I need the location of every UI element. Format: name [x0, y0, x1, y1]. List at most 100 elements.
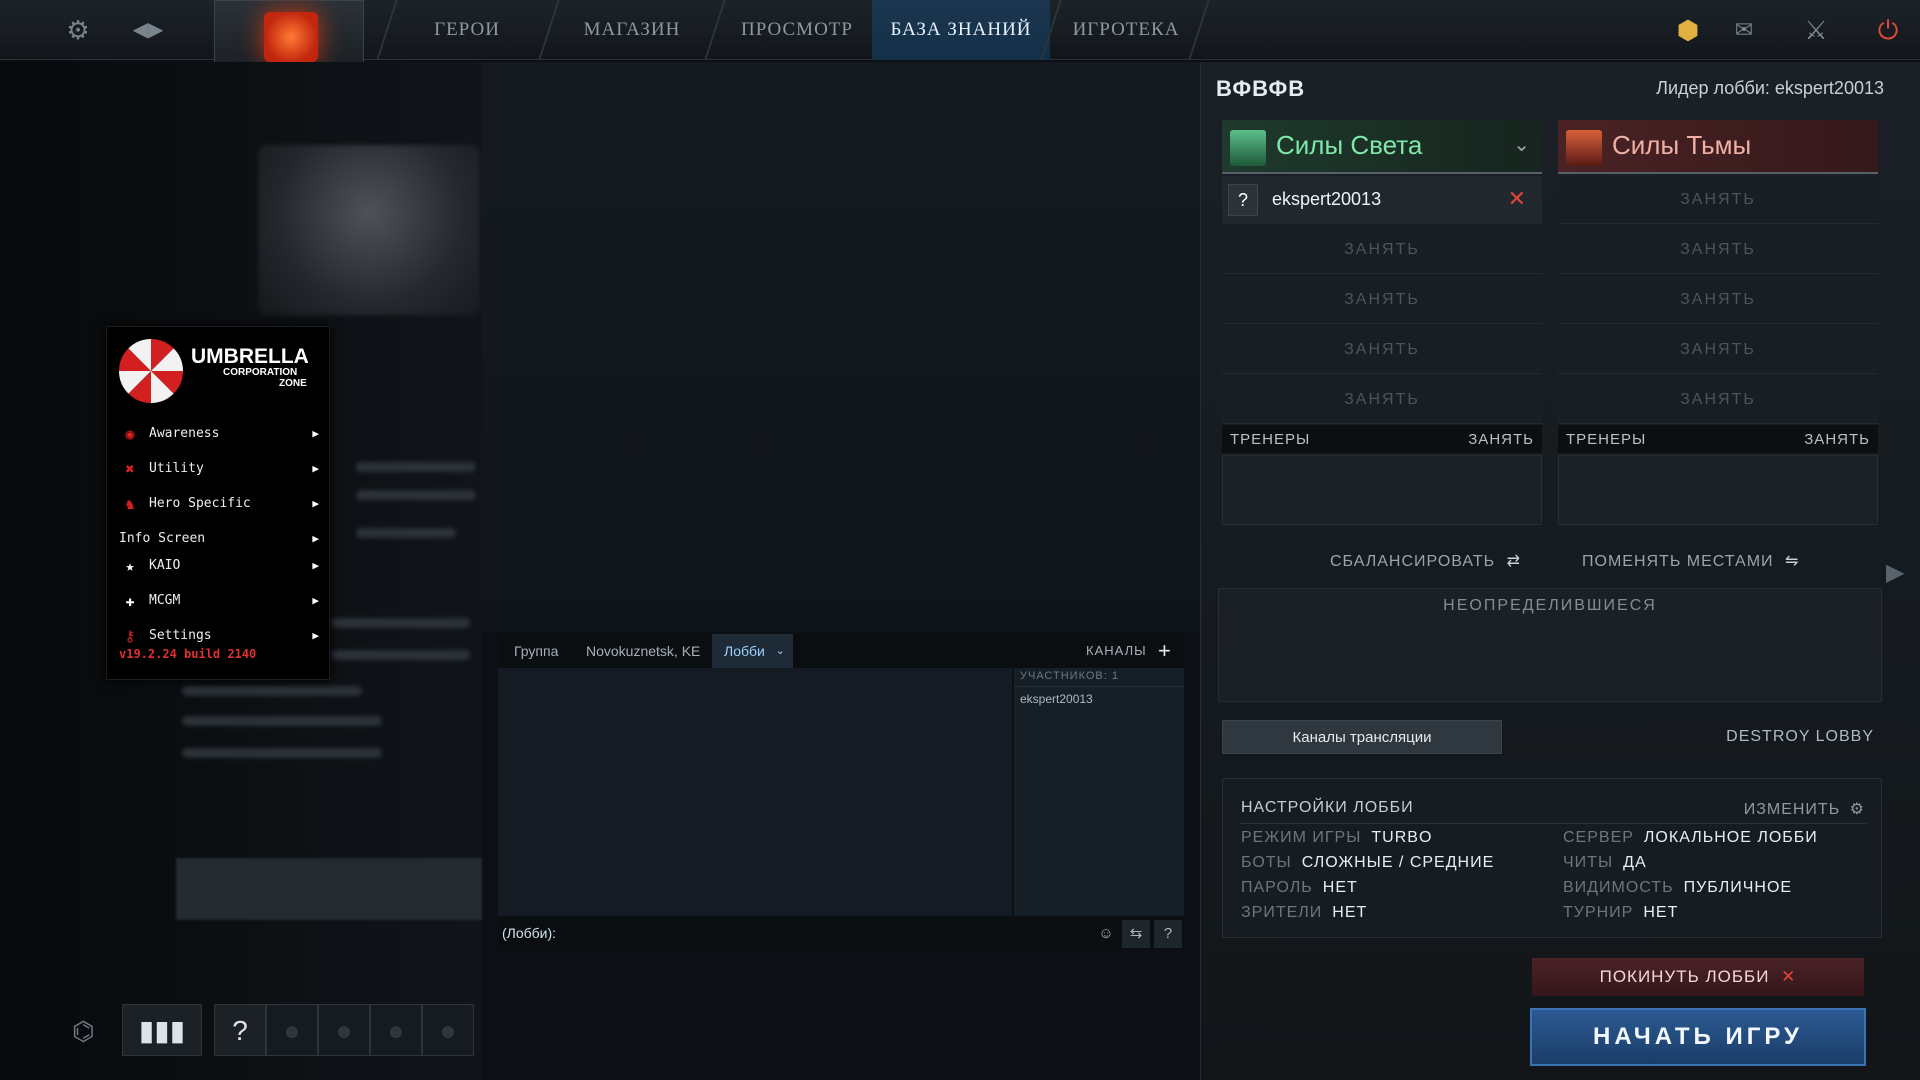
- radiant-slot-2[interactable]: ЗАНЯТЬ: [1222, 226, 1542, 274]
- setting-cheats: ЧИТЫ ДА: [1563, 854, 1647, 871]
- chat-messages[interactable]: [498, 668, 1012, 916]
- back-forward-icon[interactable]: ◀▶: [128, 14, 168, 46]
- menu-item-awareness[interactable]: ◉ Awareness ▶: [119, 419, 319, 449]
- setting-bots: БОТЫ СЛОЖНЫЕ / СРЕДНИЕ: [1241, 854, 1495, 871]
- tab-lobby-label: Лобби: [724, 643, 765, 659]
- radiant-slot-3[interactable]: ЗАНЯТЬ: [1222, 276, 1542, 324]
- tab-lobby[interactable]: Лобби ⌄: [712, 634, 793, 668]
- nav-heroes[interactable]: ГЕРОИ: [392, 0, 542, 60]
- destroy-lobby-button[interactable]: DESTROY LOBBY: [1726, 728, 1874, 746]
- radiant-slot-1[interactable]: ? ekspert20013 ✕: [1222, 176, 1542, 224]
- arrow-right-icon: ▶: [312, 629, 319, 642]
- take-slot-label: ЗАНЯТЬ: [1344, 291, 1420, 308]
- help-icon[interactable]: ?: [1154, 920, 1182, 948]
- radiant-header[interactable]: Силы Света ⌄: [1222, 120, 1542, 174]
- setting-tournament: ТУРНИР НЕТ: [1563, 904, 1679, 921]
- unassigned-panel: НЕОПРЕДЕЛИВШИЕСЯ: [1218, 588, 1882, 702]
- settings-edit-button[interactable]: ИЗМЕНИТЬ ⚙: [1744, 799, 1865, 819]
- dota-logo-icon[interactable]: [264, 12, 318, 62]
- hero-icon: ♞: [125, 495, 135, 513]
- leave-lobby-label: ПОКИНУТЬ ЛОББИ: [1599, 967, 1770, 986]
- umbrella-logo-text: UMBRELLA: [191, 345, 309, 368]
- dire-slot-1[interactable]: ЗАНЯТЬ: [1558, 176, 1878, 224]
- party-slot-empty[interactable]: ●: [318, 1004, 370, 1056]
- members-count: УЧАСТНИКОВ: 1: [1020, 670, 1119, 682]
- dire-slot-4[interactable]: ЗАНЯТЬ: [1558, 326, 1878, 374]
- menu-item-utility[interactable]: ✖ Utility ▶: [119, 454, 319, 484]
- gear-icon[interactable]: ⚙: [62, 14, 94, 46]
- party-icon: ▮▮▮: [138, 1015, 186, 1046]
- arrow-right-icon: ▶: [312, 497, 319, 510]
- play-arrow-icon[interactable]: ▶: [1886, 558, 1904, 587]
- member-name[interactable]: ekspert20013: [1020, 692, 1093, 706]
- antenna-icon[interactable]: ⌬: [72, 1016, 95, 1047]
- radiant-slot-4[interactable]: ЗАНЯТЬ: [1222, 326, 1542, 374]
- chevron-down-icon[interactable]: ⌄: [1513, 132, 1530, 157]
- setting-password: ПАРОЛЬ НЕТ: [1241, 879, 1358, 896]
- take-slot-label: ЗАНЯТЬ: [1344, 391, 1420, 408]
- menu-item-hero-specific[interactable]: ♞ Hero Specific ▶: [119, 489, 319, 519]
- dire-slot-5[interactable]: ЗАНЯТЬ: [1558, 376, 1878, 424]
- radiant-slot-5[interactable]: ЗАНЯТЬ: [1222, 376, 1542, 424]
- lobby-name: ВФВФВ: [1216, 76, 1306, 101]
- setting-visibility: ВИДИМОСТЬ ПУБЛИЧНОЕ: [1563, 879, 1793, 896]
- take-slot-label: ЗАНЯТЬ: [1680, 191, 1756, 208]
- mail-icon[interactable]: ✉: [1728, 14, 1760, 46]
- dire-coaches-header: ТРЕНЕРЫ ЗАНЯТЬ: [1558, 425, 1878, 453]
- player-name[interactable]: ekspert20013: [1272, 189, 1381, 210]
- channels-label[interactable]: КАНАЛЫ: [1086, 634, 1147, 668]
- party-slot-empty[interactable]: ●: [266, 1004, 318, 1056]
- dire-slot-3[interactable]: ЗАНЯТЬ: [1558, 276, 1878, 324]
- emoji-icon[interactable]: ☺: [1092, 920, 1120, 948]
- nav-store[interactable]: МАГАЗИН: [554, 0, 710, 60]
- leave-lobby-button[interactable]: ПОКИНУТЬ ЛОББИ ✕: [1532, 958, 1864, 996]
- dire-slot-2[interactable]: ЗАНЯТЬ: [1558, 226, 1878, 274]
- nav-knowledge-base[interactable]: БАЗА ЗНАНИЙ: [872, 0, 1050, 60]
- tab-city[interactable]: Novokuznetsk, KE: [586, 634, 700, 668]
- center-panel-bg: [482, 62, 1200, 632]
- take-slot-label: ЗАНЯТЬ: [1680, 391, 1756, 408]
- team-dire: Силы Тьмы ЗАНЯТЬ ЗАНЯТЬ ЗАНЯТЬ ЗАНЯТЬ ЗА…: [1558, 120, 1878, 532]
- menu-version: v19.2.24 build 2140: [119, 647, 257, 661]
- power-icon[interactable]: ⏻: [1872, 14, 1904, 46]
- arrow-right-icon: ▶: [312, 559, 319, 572]
- nav-watch[interactable]: ПРОСМОТР: [720, 0, 874, 60]
- dire-coaches-box: [1558, 455, 1878, 525]
- arrow-right-icon: ▶: [312, 594, 319, 607]
- star-icon: ★: [125, 557, 135, 575]
- nav-arcade[interactable]: ИГРОТЕКА: [1056, 0, 1196, 60]
- coaches-label: ТРЕНЕРЫ: [1566, 431, 1647, 448]
- chat-wheel-icon[interactable]: ⇆: [1122, 920, 1150, 948]
- add-channel-icon[interactable]: +: [1158, 634, 1171, 668]
- battle-pass-icon[interactable]: ⬢: [1672, 14, 1704, 46]
- balance-label: СБАЛАНСИРОВАТЬ: [1330, 553, 1496, 570]
- take-slot-label: ЗАНЯТЬ: [1680, 291, 1756, 308]
- broadcast-channels-button[interactable]: Каналы трансляции: [1222, 720, 1502, 754]
- menu-item-label: Utility: [149, 461, 204, 476]
- dire-header[interactable]: Силы Тьмы: [1558, 120, 1878, 174]
- swap-teams-button[interactable]: ПОМЕНЯТЬ МЕСТАМИ ⇋: [1582, 551, 1799, 571]
- tab-group[interactable]: Группа: [514, 634, 558, 668]
- coaches-take-button[interactable]: ЗАНЯТЬ: [1804, 431, 1870, 448]
- coaches-take-button[interactable]: ЗАНЯТЬ: [1468, 431, 1534, 448]
- start-game-button[interactable]: НАЧАТЬ ИГРУ: [1530, 1008, 1866, 1066]
- party-slot-empty[interactable]: ●: [370, 1004, 422, 1056]
- help-button[interactable]: ?: [214, 1004, 266, 1056]
- dire-name: Силы Тьмы: [1612, 130, 1752, 160]
- party-button[interactable]: ▮▮▮: [122, 1004, 202, 1056]
- menu-item-mcgm[interactable]: ✚ MCGM ▶: [119, 586, 319, 616]
- kick-icon[interactable]: ✕: [1508, 186, 1526, 212]
- balance-button[interactable]: СБАЛАНСИРОВАТЬ ⇄: [1330, 551, 1521, 571]
- party-slot-empty[interactable]: ●: [422, 1004, 474, 1056]
- take-slot-label: ЗАНЯТЬ: [1344, 241, 1420, 258]
- menu-item-kaio[interactable]: ★ KAIO ▶: [119, 551, 319, 581]
- menu-item-label: Info Screen: [119, 531, 206, 546]
- radiant-icon: [1230, 130, 1266, 166]
- armory-icon[interactable]: ⚔: [1800, 14, 1832, 46]
- menu-item-info-screen[interactable]: Info Screen ▶: [119, 524, 319, 554]
- setting-game-mode: РЕЖИМ ИГРЫ TURBO: [1241, 829, 1433, 846]
- menu-item-label: Awareness: [149, 426, 220, 441]
- take-slot-label: ЗАНЯТЬ: [1680, 241, 1756, 258]
- umbrella-logo-zone: ZONE: [279, 378, 307, 389]
- chat-input[interactable]: (Лобби): ☺ ⇆ ?: [498, 918, 1184, 950]
